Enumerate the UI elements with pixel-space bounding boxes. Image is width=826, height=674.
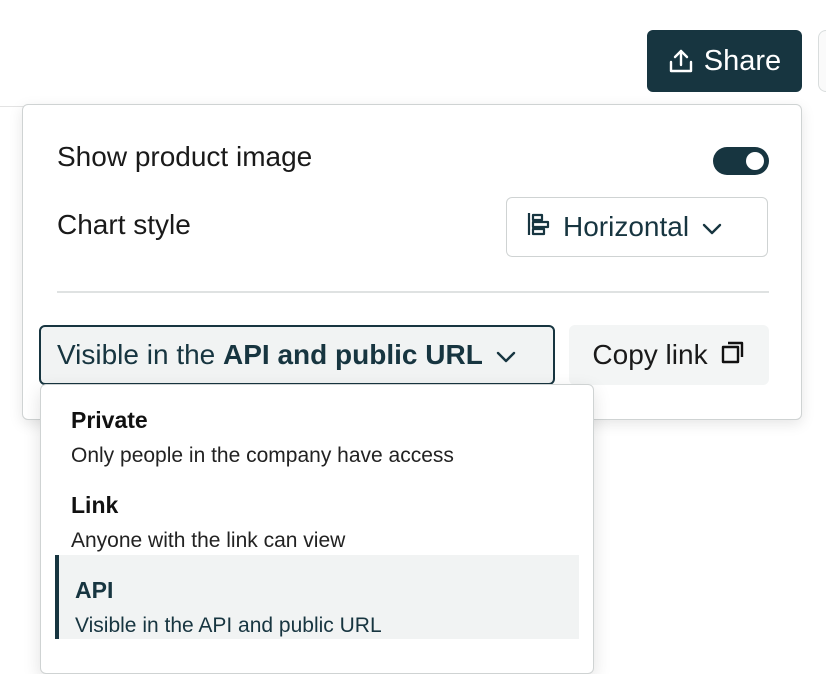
upload-icon: [668, 48, 694, 74]
visibility-value: Visible in the API and public URL: [57, 339, 483, 371]
option-description: Only people in the company have access: [71, 444, 454, 467]
copy-link-button[interactable]: Copy link: [569, 325, 769, 385]
option-private[interactable]: Private Only people in the company have …: [55, 385, 579, 469]
option-description: Anyone with the link can view: [71, 529, 346, 552]
option-title: API: [75, 577, 114, 603]
show-product-image-toggle[interactable]: [713, 147, 769, 175]
share-button[interactable]: Share: [647, 30, 802, 92]
option-api[interactable]: API Visible in the API and public URL: [55, 555, 579, 639]
toggle-knob: [746, 152, 764, 170]
option-link[interactable]: Link Anyone with the link can view: [55, 470, 579, 554]
option-title: Private: [71, 407, 148, 433]
horizontal-bars-icon: [527, 211, 551, 244]
adjacent-button-edge[interactable]: [818, 30, 826, 92]
visibility-dropdown: Private Only people in the company have …: [40, 384, 594, 674]
chart-style-select[interactable]: Horizontal: [506, 197, 768, 257]
copy-icon: [720, 339, 746, 372]
copy-link-label: Copy link: [592, 339, 708, 370]
share-label: Share: [703, 44, 782, 77]
chevron-down-icon: [701, 211, 723, 243]
visibility-bold: API and public URL: [223, 339, 483, 370]
share-settings-panel: Show product image Chart style Horizonta…: [22, 104, 802, 420]
panel-divider: [57, 291, 769, 293]
chevron-down-icon: [495, 339, 517, 371]
chart-style-label: Chart style: [57, 209, 191, 240]
visibility-select[interactable]: Visible in the API and public URL: [39, 325, 555, 385]
visibility-prefix: Visible in the: [57, 339, 224, 370]
chart-style-value: Horizontal: [563, 211, 690, 242]
show-product-image-label: Show product image: [57, 141, 313, 172]
option-description: Visible in the API and public URL: [75, 614, 382, 637]
option-title: Link: [71, 492, 119, 518]
